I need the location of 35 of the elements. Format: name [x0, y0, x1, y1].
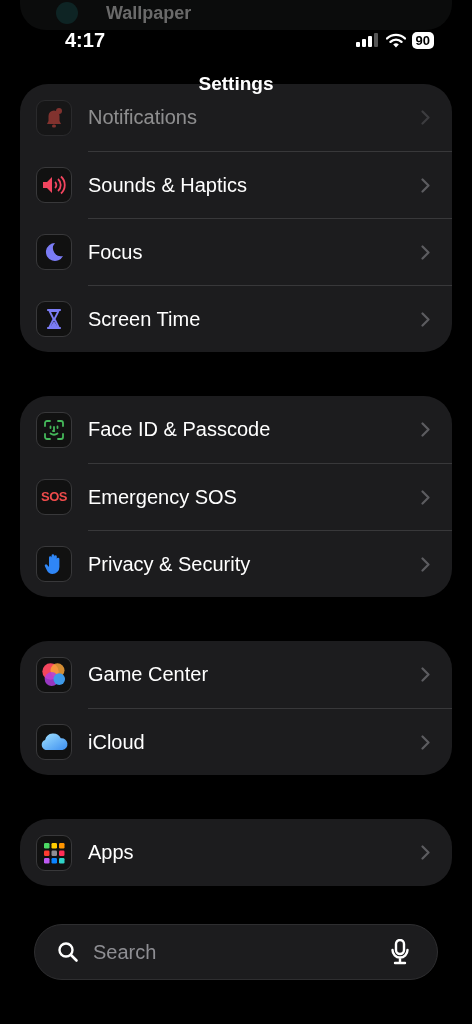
cloud-icon — [39, 731, 69, 752]
search-field[interactable]: Search — [91, 939, 377, 965]
chevron-icon — [421, 667, 430, 682]
search-icon — [57, 941, 79, 963]
settings-row[interactable]: Privacy & Security — [20, 530, 452, 597]
settings-row[interactable]: SOS Emergency SOS — [20, 463, 452, 530]
settings-row[interactable]: Face ID & Passcode — [20, 396, 452, 463]
chevron-icon — [421, 845, 430, 860]
settings-row[interactable]: Sounds & Haptics — [20, 151, 452, 218]
page-title: Settings — [197, 72, 275, 96]
row-label: Wallpaper — [106, 2, 192, 24]
settings-row[interactable]: Game Center — [20, 641, 452, 708]
chevron-icon — [421, 244, 430, 260]
settings-row[interactable]: Focus — [20, 218, 452, 285]
chevron-icon — [421, 422, 430, 437]
app-grid-icon — [42, 840, 66, 865]
chevron-icon — [421, 110, 430, 125]
search-bar[interactable]: Search — [34, 924, 438, 980]
battery-level: 90 — [411, 31, 434, 49]
chevron-icon — [421, 734, 430, 750]
settings-row[interactable]: iCloud — [20, 708, 452, 775]
blurred-icon — [56, 2, 78, 24]
settings-row[interactable]: Apps — [20, 819, 452, 886]
chevron-icon — [421, 177, 430, 193]
bubbles-icon — [40, 660, 68, 689]
settings-row[interactable]: Screen Time — [20, 285, 452, 352]
signal-icon — [355, 33, 378, 47]
chevron-icon — [421, 311, 430, 327]
status-time: 4:17 — [65, 28, 106, 52]
chevron-icon — [421, 489, 430, 505]
microphone-icon[interactable] — [389, 939, 411, 965]
wifi-icon — [385, 32, 406, 48]
sos-icon: SOS — [41, 489, 67, 504]
face-id-icon — [42, 417, 66, 442]
chevron-icon — [421, 556, 430, 572]
